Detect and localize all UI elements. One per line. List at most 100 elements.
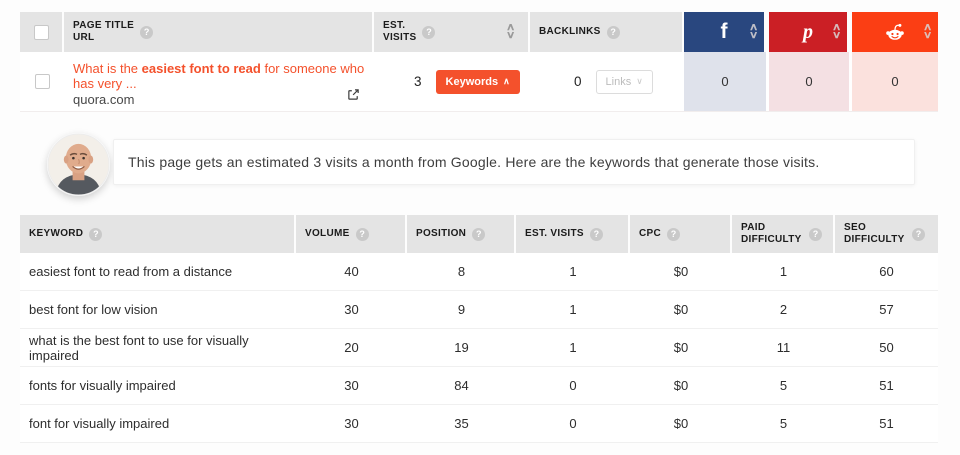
help-icon[interactable]: ? (472, 228, 485, 241)
facebook-shares-cell: 0 (684, 52, 766, 111)
est-visits-cell: 0 (516, 378, 630, 393)
est-visits-header-label: EST. (383, 20, 416, 32)
sort-chevrons-icon[interactable]: ∧∨ (750, 24, 757, 40)
est-visits-column-header[interactable]: EST. VISITS ? (516, 215, 630, 253)
help-icon[interactable]: ? (422, 26, 435, 39)
external-link-icon[interactable] (347, 88, 360, 101)
est-visits-cell: 1 (516, 264, 630, 279)
links-button[interactable]: Links∨ (596, 70, 653, 94)
sort-chevrons-icon[interactable]: ∧∨ (924, 24, 931, 40)
position-cell: 35 (407, 416, 516, 431)
est-visits-cell: 1 (516, 340, 630, 355)
seo-difficulty-cell: 51 (835, 416, 938, 431)
keyword-cell: font for visually impaired (20, 416, 296, 431)
est-visits-column-header[interactable]: EST. VISITS ? ∧∨ (374, 12, 530, 52)
page-title-cell: What is the easiest font to read for som… (64, 52, 374, 111)
page-title-header-label: PAGE TITLE (73, 20, 134, 32)
caret-down-icon: ∨ (636, 77, 643, 86)
keyword-cell: what is the best font to use for visuall… (20, 333, 296, 363)
page-url: quora.com (73, 92, 364, 107)
avatar (47, 133, 110, 196)
est-visits-cell: 0 (516, 416, 630, 431)
keyword-cell: fonts for visually impaired (20, 378, 296, 393)
keywords-table-header: KEYWORD ? VOLUME ? POSITION ? EST. VISIT… (20, 215, 938, 253)
select-all-cell (20, 12, 64, 52)
cpc-cell: $0 (630, 378, 732, 393)
help-icon[interactable]: ? (912, 228, 925, 241)
keyword-cell: best font for low vision (20, 302, 296, 317)
sort-chevrons-icon[interactable]: ∧∨ (507, 24, 528, 40)
pinterest-shares-cell: 0 (769, 52, 849, 111)
pages-table: PAGE TITLE URL ? EST. VISITS ? ∧∨ BACKLI… (20, 12, 938, 112)
help-icon[interactable]: ? (140, 26, 153, 39)
row-select-cell (20, 52, 64, 111)
pinterest-column-header[interactable]: p ∧∨ (769, 12, 849, 52)
est-visits-cell: 3 Keywords∧ (374, 52, 530, 111)
backlinks-column-header[interactable]: BACKLINKS ? (530, 12, 682, 52)
position-column-header[interactable]: POSITION ? (407, 215, 516, 253)
paid-difficulty-cell: 5 (732, 378, 835, 393)
seo-difficulty-cell: 60 (835, 264, 938, 279)
pages-table-header: PAGE TITLE URL ? EST. VISITS ? ∧∨ BACKLI… (20, 12, 938, 52)
table-row[interactable]: what is the best font to use for visuall… (20, 329, 938, 367)
volume-cell: 30 (296, 416, 407, 431)
keywords-button[interactable]: Keywords∧ (436, 70, 520, 94)
keywords-table: KEYWORD ? VOLUME ? POSITION ? EST. VISIT… (20, 215, 938, 443)
seo-difficulty-cell: 50 (835, 340, 938, 355)
insight-text: This page gets an estimated 3 visits a m… (128, 154, 819, 170)
cpc-cell: $0 (630, 264, 732, 279)
table-row[interactable]: easiest font to read from a distance 40 … (20, 253, 938, 291)
reddit-column-header[interactable]: ∧∨ (852, 12, 938, 52)
position-cell: 84 (407, 378, 516, 393)
keyword-cell: easiest font to read from a distance (20, 264, 296, 279)
reddit-icon (884, 21, 906, 43)
position-cell: 8 (407, 264, 516, 279)
help-icon[interactable]: ? (356, 228, 369, 241)
table-row[interactable]: font for visually impaired 30 35 0 $0 5 … (20, 405, 938, 443)
select-all-checkbox[interactable] (34, 25, 49, 40)
page-title-link[interactable]: What is the easiest font to read for som… (73, 61, 368, 91)
table-row[interactable]: best font for low vision 30 9 1 $0 2 57 (20, 291, 938, 329)
row-checkbox[interactable] (35, 74, 50, 89)
help-icon[interactable]: ? (590, 228, 603, 241)
paid-difficulty-cell: 5 (732, 416, 835, 431)
est-visits-cell: 1 (516, 302, 630, 317)
url-header-label: URL (73, 32, 134, 44)
cpc-cell: $0 (630, 416, 732, 431)
volume-cell: 40 (296, 264, 407, 279)
page-row: What is the easiest font to read for som… (20, 52, 938, 112)
paid-difficulty-column-header[interactable]: PAID DIFFICULTY ? (732, 215, 835, 253)
backlinks-cell: 0 Links∨ (530, 52, 682, 111)
cpc-cell: $0 (630, 340, 732, 355)
caret-up-icon: ∧ (503, 77, 510, 86)
help-icon[interactable]: ? (809, 228, 822, 241)
reddit-shares-value: 0 (891, 74, 898, 89)
backlinks-header-label: BACKLINKS (539, 26, 601, 38)
page-title-column-header[interactable]: PAGE TITLE URL ? (64, 12, 374, 52)
seo-difficulty-cell: 57 (835, 302, 938, 317)
sort-chevrons-icon[interactable]: ∧∨ (833, 24, 840, 40)
paid-difficulty-cell: 2 (732, 302, 835, 317)
position-cell: 9 (407, 302, 516, 317)
cpc-cell: $0 (630, 302, 732, 317)
help-icon[interactable]: ? (89, 228, 102, 241)
seo-difficulty-column-header[interactable]: SEO DIFFICULTY ? (835, 215, 938, 253)
volume-cell: 30 (296, 378, 407, 393)
reddit-shares-cell: 0 (852, 52, 938, 111)
facebook-column-header[interactable]: f ∧∨ (684, 12, 766, 52)
cpc-column-header[interactable]: CPC ? (630, 215, 732, 253)
paid-difficulty-cell: 11 (732, 340, 835, 355)
facebook-shares-value: 0 (721, 74, 728, 89)
help-icon[interactable]: ? (667, 228, 680, 241)
table-row[interactable]: fonts for visually impaired 30 84 0 $0 5… (20, 367, 938, 405)
pinterest-icon: p (803, 22, 813, 42)
seo-difficulty-cell: 51 (835, 378, 938, 393)
volume-column-header[interactable]: VOLUME ? (296, 215, 407, 253)
pinterest-shares-value: 0 (805, 74, 812, 89)
help-icon[interactable]: ? (607, 26, 620, 39)
backlinks-value: 0 (574, 74, 582, 89)
keyword-column-header[interactable]: KEYWORD ? (20, 215, 296, 253)
paid-difficulty-cell: 1 (732, 264, 835, 279)
volume-cell: 30 (296, 302, 407, 317)
est-visits-value: 3 (414, 74, 422, 89)
